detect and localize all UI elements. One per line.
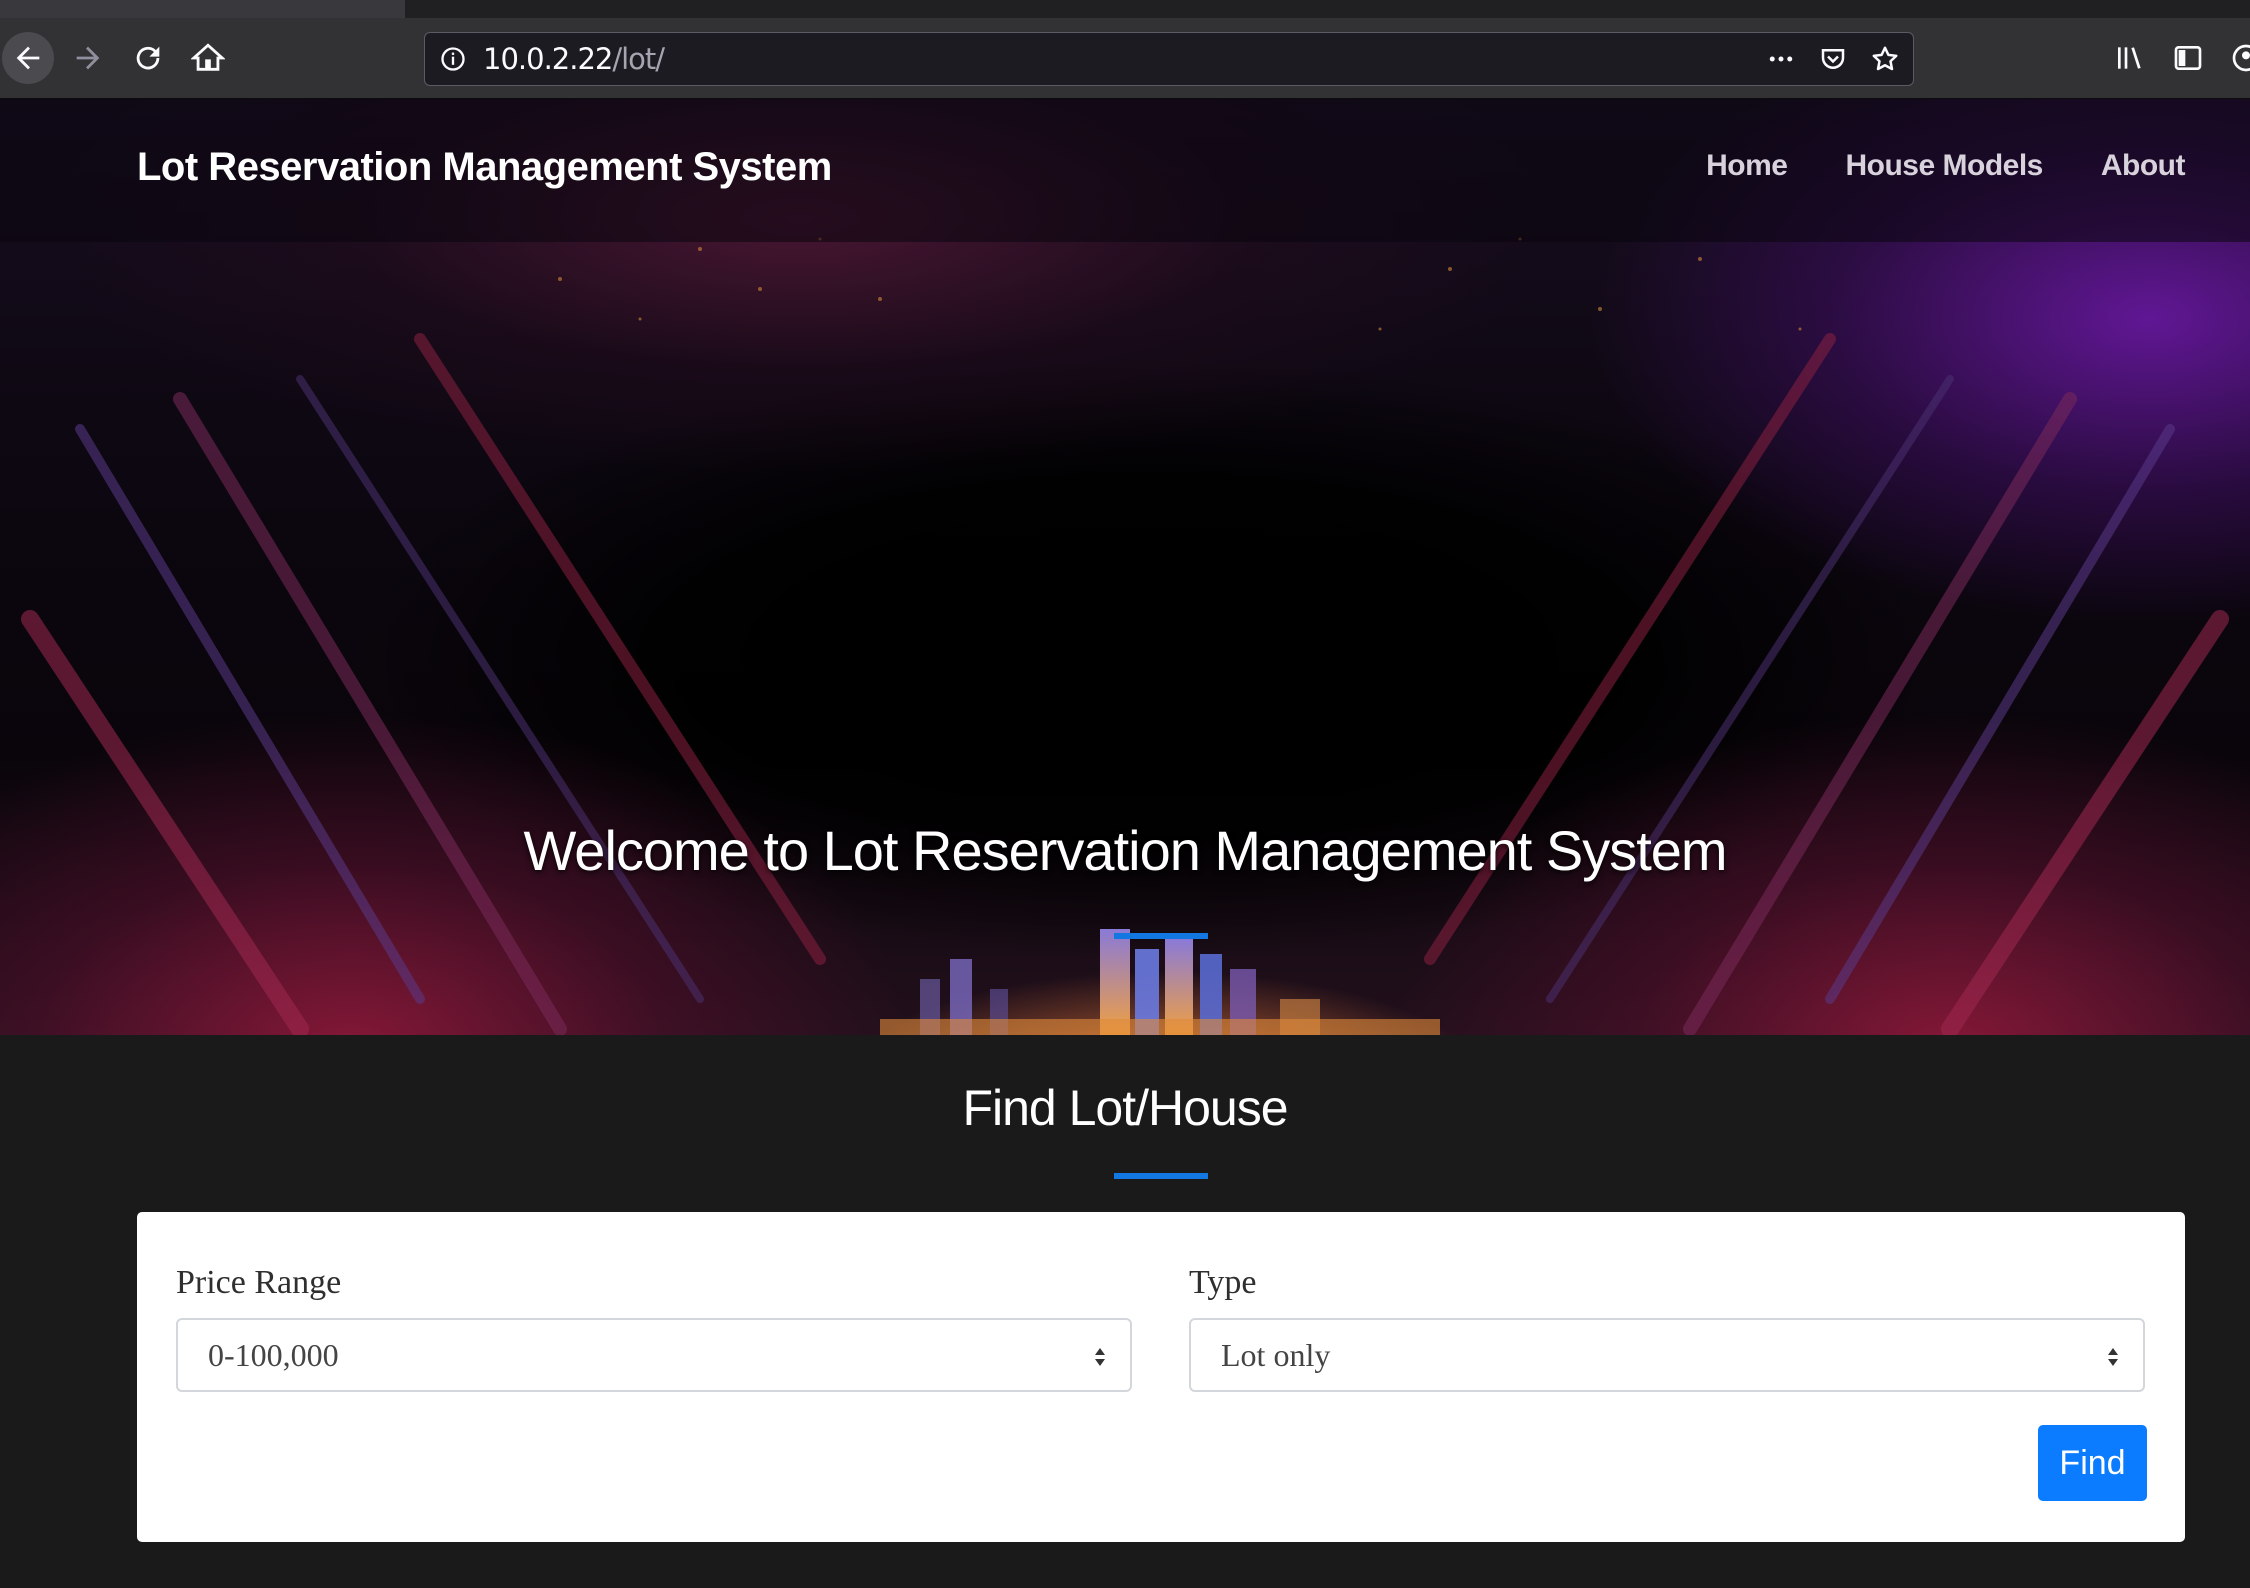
- type-value: Lot only: [1221, 1337, 1331, 1373]
- sidebar-icon: [2174, 46, 2202, 70]
- site-navbar: Lot Reservation Management System Home H…: [0, 99, 2250, 242]
- type-label: Type: [1189, 1264, 1257, 1301]
- find-title-underline: [1114, 1173, 1208, 1179]
- account-icon: [2232, 44, 2250, 72]
- info-icon[interactable]: [439, 45, 467, 73]
- url-host: 10.0.2.22: [483, 42, 613, 76]
- reload-icon: [136, 46, 160, 70]
- sidebar-button[interactable]: [2168, 38, 2208, 78]
- star-icon: [1872, 46, 1898, 71]
- browser-tabstrip-empty: [405, 0, 2250, 18]
- url-text[interactable]: 10.0.2.22/lot/: [483, 42, 665, 76]
- nav-link-about[interactable]: About: [2101, 149, 2186, 183]
- site-brand[interactable]: Lot Reservation Management System: [137, 145, 832, 190]
- home-button[interactable]: [182, 32, 234, 84]
- select-arrows-icon: [1095, 1348, 1105, 1366]
- back-button[interactable]: [2, 32, 54, 84]
- account-button[interactable]: [2226, 38, 2250, 78]
- price-range-value: 0-100,000: [208, 1337, 339, 1373]
- url-path: /lot/: [612, 42, 665, 76]
- library-icon: [2118, 47, 2141, 69]
- price-range-select[interactable]: 0-100,000: [176, 1318, 1132, 1392]
- nav-link-home[interactable]: Home: [1706, 149, 1788, 183]
- browser-toolbar: 10.0.2.22/lot/: [0, 18, 2250, 99]
- more-icon: [1769, 56, 1793, 62]
- page-actions-button[interactable]: [1765, 43, 1797, 75]
- select-arrows-icon: [2108, 1348, 2118, 1366]
- price-range-label: Price Range: [176, 1264, 342, 1301]
- find-section: Find Lot/House Price Range 0-100,000 Typ…: [0, 1035, 2250, 1588]
- pocket-button[interactable]: [1817, 43, 1849, 75]
- nav-link-house-models[interactable]: House Models: [1845, 149, 2043, 183]
- library-button[interactable]: [2110, 38, 2150, 78]
- forward-button[interactable]: [62, 32, 114, 84]
- nav-links: Home House Models About: [1706, 149, 2185, 183]
- search-form-card: Price Range 0-100,000 Type Lot only Find: [137, 1212, 2185, 1542]
- browser-tabstrip: [0, 0, 2250, 18]
- reload-button[interactable]: [122, 32, 174, 84]
- arrow-left-icon: [16, 46, 40, 70]
- hero-title-underline: [1114, 933, 1208, 939]
- hero-title: Welcome to Lot Reservation Management Sy…: [523, 819, 1727, 882]
- type-select[interactable]: Lot only: [1189, 1318, 2145, 1392]
- address-bar[interactable]: 10.0.2.22/lot/: [424, 32, 1914, 86]
- bookmark-button[interactable]: [1869, 43, 1901, 75]
- find-section-title: Find Lot/House: [962, 1080, 1288, 1136]
- browser-tab-active[interactable]: [0, 0, 405, 18]
- home-icon: [191, 43, 225, 71]
- find-button[interactable]: Find: [2038, 1425, 2147, 1501]
- arrow-right-icon: [76, 46, 100, 70]
- pocket-icon: [1821, 49, 1845, 69]
